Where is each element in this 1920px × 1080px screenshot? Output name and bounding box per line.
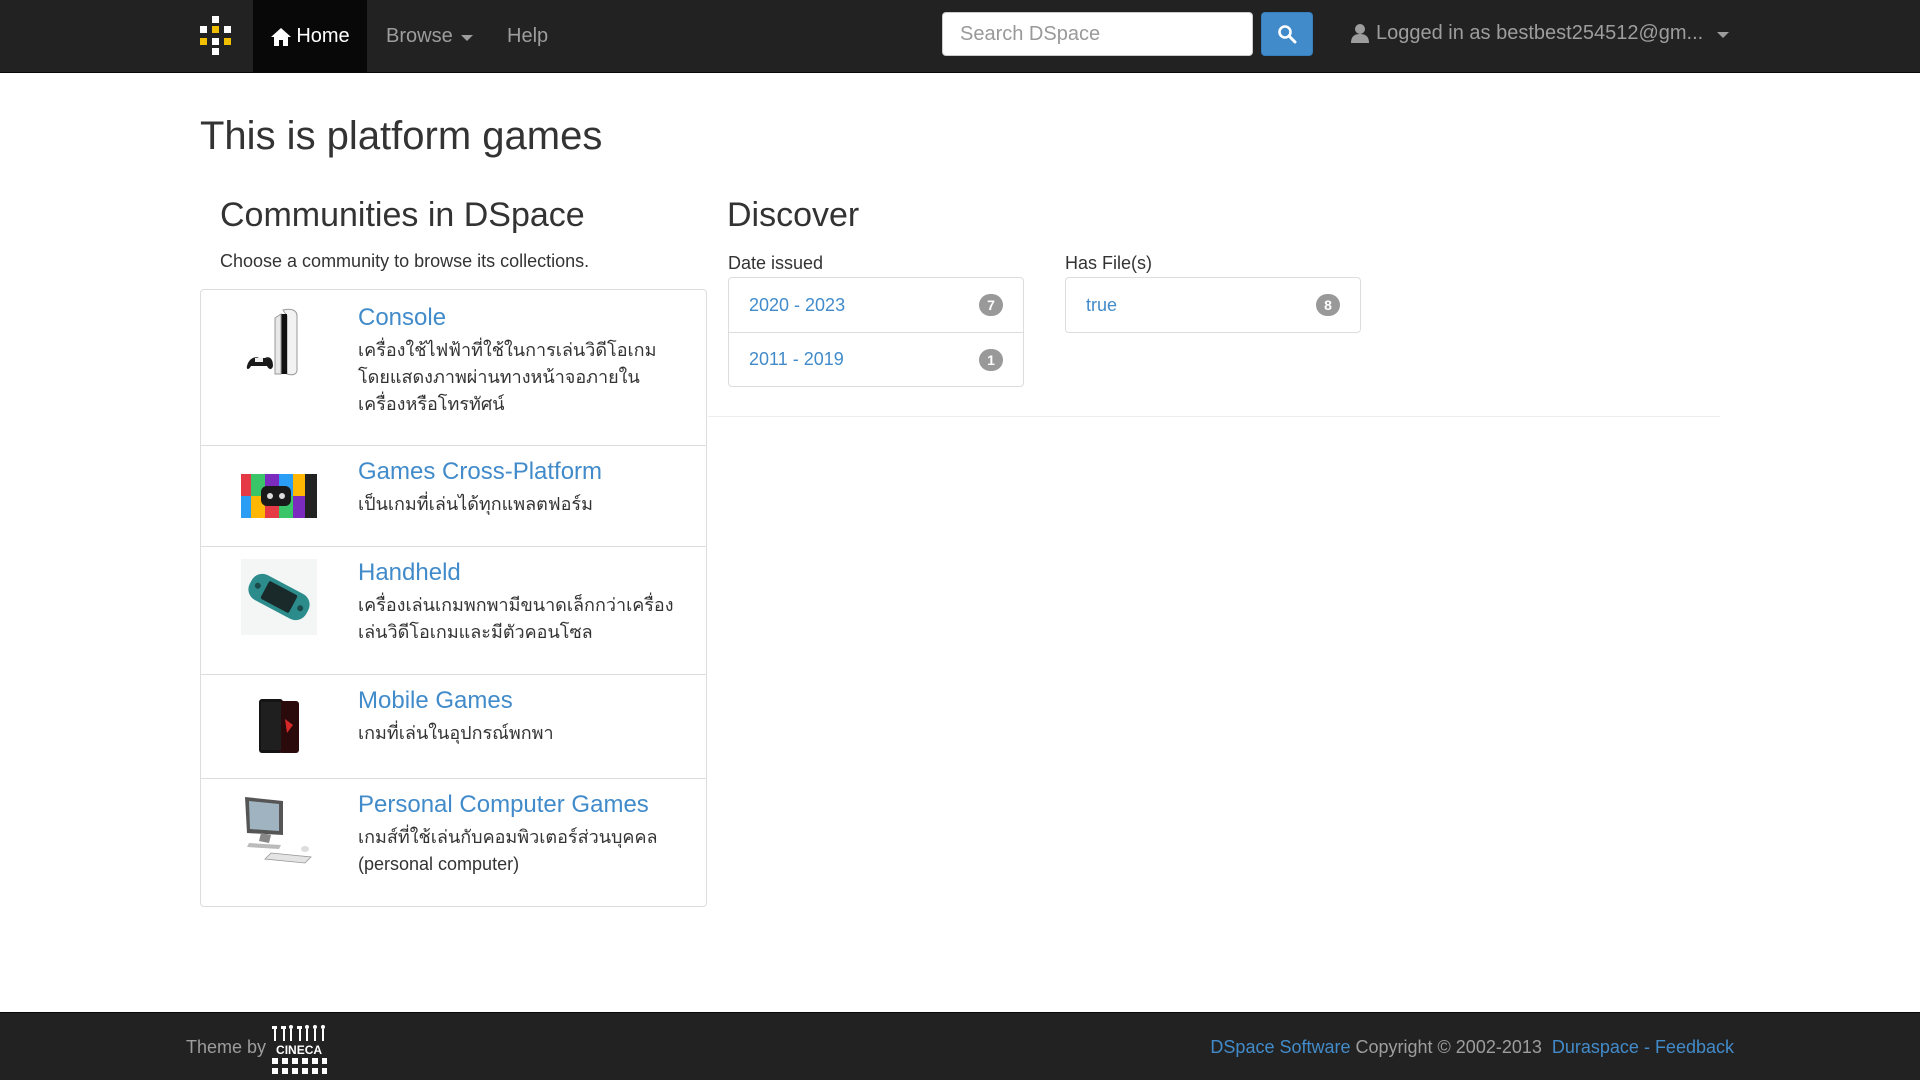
community-list: Console เครื่องใช้ไฟฟ้าที่ใช้ในการเล่นวิ…	[200, 289, 707, 907]
community-item-mobile-games[interactable]: Mobile Games เกมที่เล่นในอุปกรณ์พกพา	[201, 674, 706, 778]
community-name-mobile-games[interactable]: Mobile Games	[358, 687, 513, 715]
discover-heading: Discover	[727, 196, 860, 234]
cross-platform-icon	[241, 458, 317, 534]
community-item-games-cross-platform[interactable]: Games Cross-Platform เป็นเกมที่เล่นได้ทุ…	[201, 445, 706, 546]
facet-item-label: true	[1086, 294, 1118, 315]
search-input[interactable]	[942, 12, 1253, 56]
facet-item-true[interactable]: true 8	[1066, 278, 1360, 332]
community-name-personal-computer-games[interactable]: Personal Computer Games	[358, 791, 649, 819]
community-item-handheld[interactable]: Handheld เครื่องเล่นเกมพกพามีขนาดเล็กกว่…	[201, 546, 706, 674]
facet-item-2020-2023[interactable]: 2020 - 2023 7	[729, 278, 1023, 332]
chevron-down-icon	[1717, 31, 1730, 38]
nav-home-link[interactable]: Home	[253, 0, 367, 73]
nav-help-label: Help	[507, 25, 549, 47]
community-desc-personal-computer-games: เกมส์ที่ใช้เล่นกับคอมพิวเตอร์ส่วนบุคคล (…	[358, 827, 658, 874]
community-name-handheld[interactable]: Handheld	[358, 559, 461, 587]
facet-item-2011-2019[interactable]: 2011 - 2019 1	[729, 332, 1023, 386]
community-item-console[interactable]: Console เครื่องใช้ไฟฟ้าที่ใช้ในการเล่นวิ…	[201, 290, 706, 445]
facet-item-label: 2011 - 2019	[749, 349, 844, 369]
facet-label-date-issued: Date issued	[728, 253, 824, 273]
handheld-icon	[241, 559, 317, 635]
user-menu-label: Logged in as bestbest254512@gm...	[1376, 21, 1704, 44]
facet-box-has-files: true 8	[1065, 277, 1361, 333]
dspace-software-link[interactable]: DSpace Software	[1210, 1037, 1350, 1058]
footer-copyright: DSpace Software Copyright © 2002-2013 Du…	[1210, 1013, 1734, 1080]
community-name-console[interactable]: Console	[358, 304, 446, 332]
duraspace-link[interactable]: Duraspace	[1552, 1037, 1639, 1058]
theme-by-label: Theme by	[186, 1036, 267, 1057]
facet-label-has-files: Has File(s)	[1065, 253, 1153, 273]
divider	[708, 416, 1720, 417]
nav-home-label: Home	[296, 25, 350, 47]
facet-box-date-issued: 2020 - 2023 7 2011 - 2019 1	[728, 277, 1024, 387]
cineca-logo-dots-icon	[272, 1058, 328, 1074]
theme-credit: Theme by CINECA	[186, 1013, 328, 1080]
home-icon	[271, 27, 292, 46]
computer-icon	[241, 791, 317, 867]
page-title: This is platform games	[200, 114, 603, 158]
search-button[interactable]	[1261, 12, 1313, 56]
nav-browse-label: Browse	[386, 25, 453, 47]
user-icon	[1351, 24, 1369, 43]
nav-help-link[interactable]: Help	[507, 0, 548, 73]
cineca-logo-text: CINECA	[276, 1043, 323, 1057]
community-item-personal-computer-games[interactable]: Personal Computer Games เกมส์ที่ใช้เล่นก…	[201, 778, 706, 906]
top-navbar: Home Browse Help Logged in as bestbest25…	[0, 0, 1920, 73]
count-badge: 1	[979, 349, 1003, 371]
cineca-logo-icon	[272, 1025, 326, 1041]
community-desc-handheld: เครื่องเล่นเกมพกพามีขนาดเล็กกว่าเครื่องเ…	[358, 595, 674, 642]
footer-separator: -	[1643, 1036, 1650, 1057]
count-badge: 7	[979, 294, 1003, 316]
search-icon	[1278, 25, 1297, 44]
community-name-games-cross-platform[interactable]: Games Cross-Platform	[358, 458, 602, 486]
community-desc-mobile-games: เกมที่เล่นในอุปกรณ์พกพา	[358, 723, 554, 743]
feedback-link[interactable]: Feedback	[1655, 1037, 1734, 1058]
count-badge: 8	[1316, 294, 1340, 316]
cineca-logo[interactable]: CINECA	[270, 1024, 328, 1078]
copyright-text: Copyright © 2002-2013	[1355, 1036, 1542, 1057]
footer: Theme by CINECA DSpace Software Copyrigh…	[0, 1012, 1920, 1080]
nav-browse-dropdown[interactable]: Browse	[386, 0, 473, 73]
community-desc-console: เครื่องใช้ไฟฟ้าที่ใช้ในการเล่นวิดีโอเกม …	[358, 340, 657, 414]
mobile-icon	[241, 689, 317, 765]
communities-intro: Choose a community to browse its collect…	[220, 251, 590, 271]
chevron-down-icon	[460, 35, 473, 41]
facet-item-label: 2020 - 2023	[749, 294, 846, 315]
dspace-logo-icon[interactable]	[196, 14, 236, 56]
communities-heading: Communities in DSpace	[220, 196, 585, 234]
user-menu-dropdown[interactable]: Logged in as bestbest254512@gm...	[1350, 0, 1730, 66]
community-desc-games-cross-platform: เป็นเกมที่เล่นได้ทุกแพลตฟอร์ม	[358, 494, 593, 514]
console-icon	[241, 304, 317, 380]
